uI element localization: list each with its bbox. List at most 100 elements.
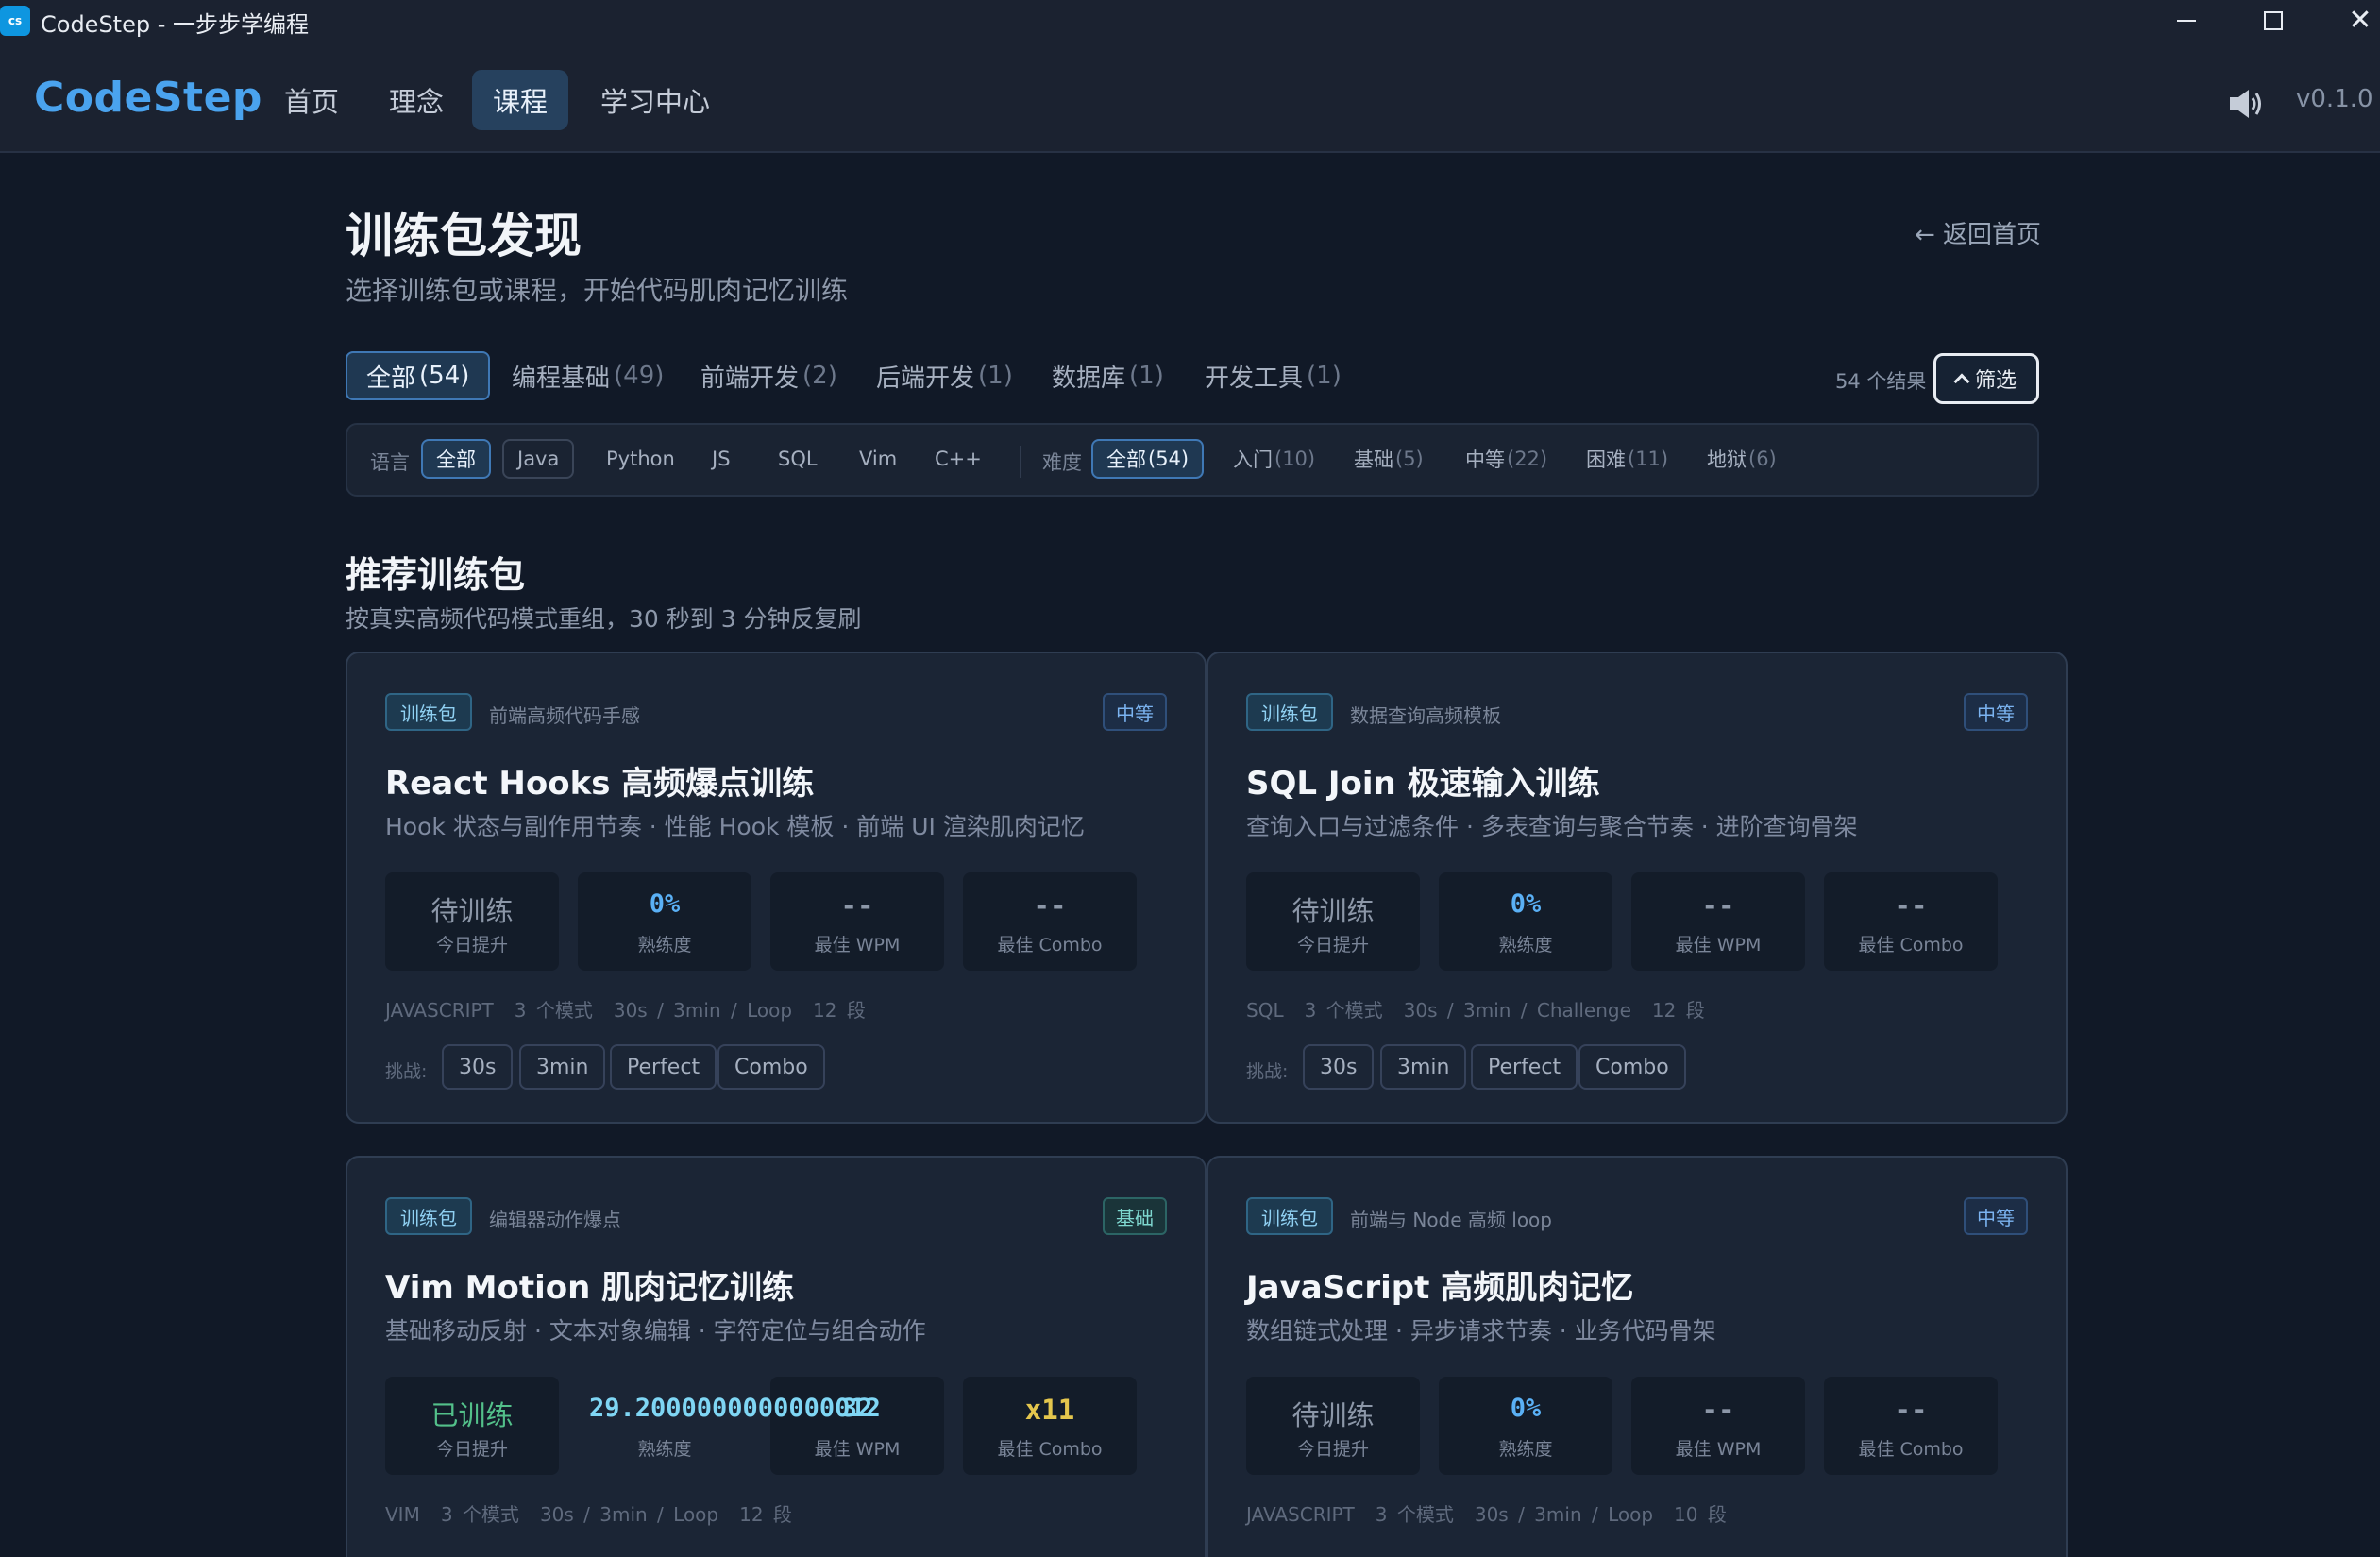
stat-label: 最佳 Combo (997, 935, 1103, 956)
stat-label: 熟练度 (1498, 1439, 1553, 1460)
stat-label: 今日提升 (435, 1439, 508, 1460)
meta-modes: 3 个模式 (440, 1503, 519, 1526)
stat-value: 待训练 (430, 895, 514, 927)
pack-card-sql-join[interactable]: 训练包 数据查询高频模板 中等 SQL Join 极速输入训练 查询入口与过滤条… (1207, 652, 2068, 1124)
pack-title: Vim Motion 肌肉记忆训练 (385, 1269, 795, 1307)
challenge-3min-button[interactable]: 3min (519, 1044, 606, 1090)
nav-item-philosophy[interactable]: 理念 (368, 70, 464, 130)
language-chip-js[interactable]: JS (697, 439, 746, 479)
language-chip-sql[interactable]: SQL (763, 439, 833, 479)
pack-category-desc: 数据查询高频模板 (1350, 704, 1501, 727)
language-chip-python[interactable]: Python (591, 439, 690, 479)
pack-card-vim-motion[interactable]: 训练包 编辑器动作爆点 基础 Vim Motion 肌肉记忆训练 基础移动反射 … (346, 1156, 1207, 1557)
tab-dev-tools[interactable]: 开发工具 (1) (1184, 351, 1362, 400)
pack-title: React Hooks 高频爆点训练 (385, 765, 815, 803)
nav-item-courses[interactable]: 课程 (472, 70, 569, 130)
close-icon: ✕ (2348, 4, 2372, 37)
stat-best-wpm: 32 最佳 WPM (770, 1377, 944, 1475)
chip-count: (22) (1507, 448, 1548, 470)
difficulty-chip-all[interactable]: 全部 (54) (1091, 439, 1205, 479)
tab-backend[interactable]: 后端开发 (1) (855, 351, 1034, 400)
nav-item-learning-center[interactable]: 学习中心 (580, 70, 731, 130)
meta-segments: 12 段 (813, 999, 866, 1022)
speaker-icon[interactable] (2226, 87, 2264, 121)
filter-button-label: 筛选 (1974, 369, 2017, 393)
meta-language: JAVASCRIPT (1246, 1503, 1355, 1526)
stat-today: 待训练 今日提升 (385, 872, 559, 971)
language-chip-all[interactable]: 全部 (421, 439, 491, 479)
stat-label: 熟练度 (637, 1439, 692, 1460)
tab-database[interactable]: 数据库 (1) (1031, 351, 1185, 400)
tab-label: 前端开发 (700, 364, 800, 393)
pack-tag: 训练包 (385, 693, 472, 731)
tab-all[interactable]: 全部 (54) (346, 351, 491, 400)
stat-proficiency: 0% 熟练度 (578, 872, 751, 971)
tab-frontend[interactable]: 前端开发 (2) (680, 351, 858, 400)
window-titlebar: cs CodeStep - 一步步学编程 ✕ (0, 0, 2380, 42)
stat-proficiency: 29.2000000000000012 熟练度 (578, 1377, 881, 1475)
stat-label: 今日提升 (1296, 935, 1369, 956)
stat-best-combo: -- 最佳 Combo (963, 872, 1137, 971)
challenge-combo-button[interactable]: Combo (1578, 1044, 1686, 1090)
stat-proficiency: 0% 熟练度 (1439, 872, 1612, 971)
pack-title: SQL Join 极速输入训练 (1246, 765, 1600, 803)
section-title: 推荐训练包 (346, 554, 526, 596)
difficulty-chip-medium[interactable]: 中等 (22) (1450, 439, 1562, 479)
challenge-perfect-button[interactable]: Perfect (1471, 1044, 1578, 1090)
stat-value: -- (840, 889, 874, 922)
stat-today: 已训练 今日提升 (385, 1377, 559, 1475)
meta-language: SQL (1246, 999, 1284, 1022)
pack-card-react-hooks[interactable]: 训练包 前端高频代码手感 中等 React Hooks 高频爆点训练 Hook … (346, 652, 1207, 1124)
chip-label: 入门 (1233, 448, 1273, 471)
meta-modes: 3 个模式 (514, 999, 593, 1022)
tab-count: (1) (1129, 362, 1164, 390)
maximize-button[interactable] (2230, 0, 2317, 42)
tab-count: (1) (978, 362, 1013, 390)
pack-meta: JAVASCRIPT 3 个模式 30s / 3min / Loop 10 段 (1246, 1499, 1747, 1527)
stat-label: 最佳 Combo (997, 1439, 1103, 1460)
filter-divider (1020, 446, 1021, 478)
pack-tag: 训练包 (385, 1197, 472, 1235)
nav-item-home[interactable]: 首页 (263, 70, 360, 130)
difficulty-chip-intro[interactable]: 入门 (10) (1218, 439, 1330, 479)
stat-label: 最佳 WPM (1675, 1439, 1762, 1460)
tab-label: 开发工具 (1205, 364, 1304, 393)
stat-label: 最佳 WPM (814, 1439, 901, 1460)
language-chip-cpp[interactable]: C++ (920, 439, 997, 479)
chip-label: 困难 (1586, 448, 1626, 471)
challenge-3min-button[interactable]: 3min (1380, 1044, 1467, 1090)
challenge-30s-button[interactable]: 30s (442, 1044, 514, 1090)
difficulty-badge: 中等 (1103, 693, 1167, 731)
page-title: 训练包发现 (346, 209, 582, 263)
back-home-link[interactable]: ← 返回首页 (1915, 215, 2041, 250)
maximize-icon (2264, 11, 2283, 30)
chip-count: (5) (1395, 448, 1424, 470)
language-chip-vim[interactable]: Vim (844, 439, 912, 479)
stat-today: 待训练 今日提升 (1246, 1377, 1420, 1475)
challenge-perfect-button[interactable]: Perfect (610, 1044, 717, 1090)
filter-panel: 语言 全部 Java Python JS SQL Vim C++ 难度 全部 (5… (346, 423, 2039, 497)
challenge-30s-button[interactable]: 30s (1303, 1044, 1375, 1090)
tab-count: (54) (419, 362, 470, 390)
pack-card-javascript[interactable]: 训练包 前端与 Node 高频 loop 中等 JavaScript 高频肌肉记… (1207, 1156, 2068, 1557)
stat-label: 最佳 Combo (1858, 935, 1964, 956)
stat-value: -- (1701, 1394, 1735, 1426)
filter-toggle-button[interactable]: 筛选 (1933, 353, 2039, 404)
stat-label: 最佳 WPM (1675, 935, 1762, 956)
language-chip-java[interactable]: Java (502, 439, 575, 479)
stat-best-wpm: -- 最佳 WPM (770, 872, 944, 971)
close-button[interactable]: ✕ (2317, 0, 2380, 42)
pack-title: JavaScript 高频肌肉记忆 (1246, 1269, 1634, 1307)
tab-programming-basics[interactable]: 编程基础 (49) (491, 351, 684, 400)
stat-best-combo: -- 最佳 Combo (1824, 872, 1998, 971)
challenge-combo-button[interactable]: Combo (717, 1044, 825, 1090)
stat-label: 最佳 Combo (1858, 1439, 1964, 1460)
minimize-button[interactable] (2143, 0, 2230, 42)
difficulty-badge: 中等 (1964, 1197, 2028, 1235)
brand-logo[interactable]: CodeStep (34, 74, 262, 122)
difficulty-chip-hell[interactable]: 地狱 (6) (1692, 439, 1792, 479)
meta-durations: 30s / 3min / Loop (539, 1503, 719, 1526)
difficulty-chip-hard[interactable]: 困难 (11) (1571, 439, 1683, 479)
difficulty-chip-basic[interactable]: 基础 (5) (1339, 439, 1439, 479)
app-navbar: CodeStep 首页 理念 课程 学习中心 v0.1.0 (0, 42, 2380, 153)
